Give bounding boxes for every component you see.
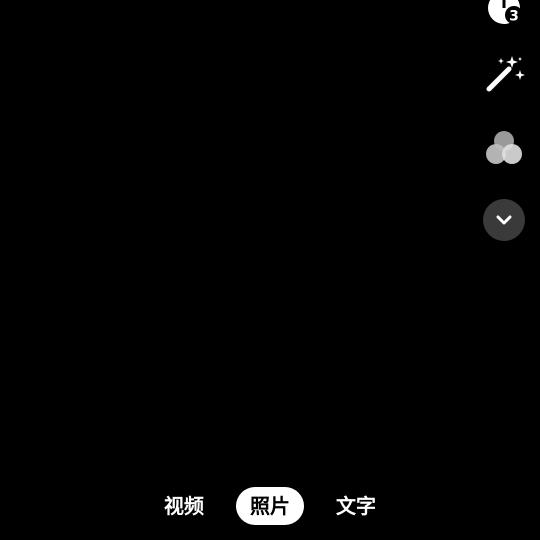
mode-photo-tab[interactable]: 照片	[236, 487, 304, 525]
mode-text-tab[interactable]: 文字	[322, 487, 390, 525]
timer-badge: 3	[509, 9, 519, 25]
capture-mode-selector: 视频 照片 文字	[0, 486, 540, 526]
mode-video-tab[interactable]: 视频	[150, 487, 218, 525]
timer-icon: 3	[488, 0, 523, 25]
beauty-button[interactable]	[484, 54, 526, 94]
chevron-down-icon	[496, 215, 512, 225]
camera-screen: 3 视频 照片 文字	[0, 0, 540, 540]
magic-wand-icon	[486, 56, 525, 92]
more-tools-button[interactable]	[483, 199, 525, 241]
timer-button[interactable]: 3	[484, 0, 524, 28]
filter-button[interactable]	[484, 128, 524, 168]
filter-circles-icon	[486, 131, 522, 164]
